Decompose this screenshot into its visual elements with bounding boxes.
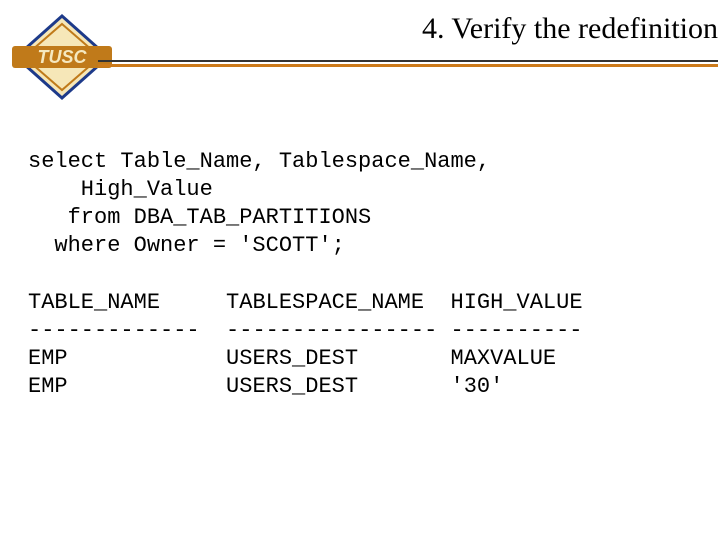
sql-line: from DBA_TAB_PARTITIONS [28,205,371,230]
col-divider: ------------- [28,318,200,343]
cell: EMP [28,346,68,371]
sql-line: select Table_Name, Tablespace_Name, [28,149,490,174]
slide-title: 4. Verify the redefinition [0,12,720,46]
logo-text: TUSC [38,47,88,67]
cell: USERS_DEST [226,346,358,371]
cell: '30' [451,374,504,399]
slide-body: select Table_Name, Tablespace_Name, High… [28,148,700,401]
slide: TUSC 4. Verify the redefinition select T… [0,0,720,540]
cell: USERS_DEST [226,374,358,399]
cell: MAXVALUE [451,346,557,371]
sql-line: where Owner = 'SCOTT'; [28,233,345,258]
col-header: TABLESPACE_NAME [226,290,424,315]
col-divider: ---------------- [226,318,437,343]
col-header: HIGH_VALUE [451,290,583,315]
sql-line: High_Value [28,177,213,202]
cell: EMP [28,374,68,399]
title-rule [98,60,718,67]
col-header: TABLE_NAME [28,290,160,315]
col-divider: ---------- [450,318,582,343]
